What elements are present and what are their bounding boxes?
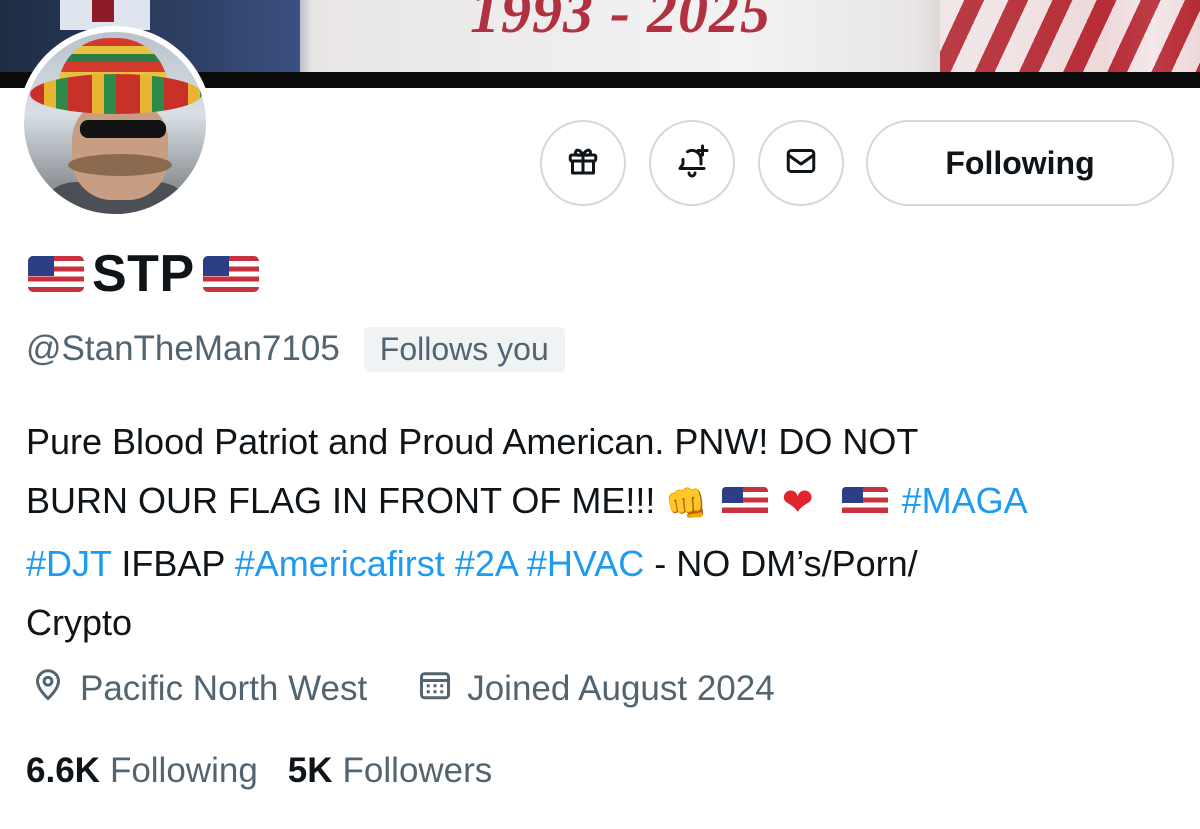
- following-label: Following: [109, 751, 258, 790]
- bio-text: - NO DM’s/Porn/: [644, 543, 918, 584]
- hashtag-link[interactable]: #HVAC: [527, 543, 644, 584]
- bio-line: #DJT IFBAP #Americafirst #2A #HVAC - NO …: [26, 534, 1186, 593]
- notifications-button[interactable]: [649, 120, 735, 206]
- following-button[interactable]: Following: [866, 120, 1174, 206]
- followers-count: 5K: [287, 751, 333, 790]
- fist-emoji-icon: 👊: [665, 485, 708, 523]
- joined-date: Joined August 2024: [467, 669, 775, 708]
- envelope-icon: [783, 143, 819, 184]
- us-flag-icon: [28, 256, 84, 292]
- bio-line: Crypto: [26, 602, 133, 643]
- followers-label: Followers: [342, 751, 493, 790]
- banner-tie: [92, 0, 114, 22]
- hashtag-link[interactable]: #Americafirst: [235, 543, 445, 584]
- bio-text: IFBAP: [111, 543, 235, 584]
- follows-you-badge: Follows you: [363, 326, 565, 372]
- avatar[interactable]: [18, 26, 212, 220]
- avatar-sunglasses: [80, 120, 166, 138]
- gift-button[interactable]: [540, 120, 626, 206]
- bio-line: Pure Blood Patriot and Proud American. P…: [26, 421, 919, 462]
- followers-stat[interactable]: 5K Followers: [288, 751, 493, 791]
- profile-bio: Pure Blood Patriot and Proud American. P…: [26, 412, 1186, 652]
- user-handle: @StanTheMan7105: [26, 329, 340, 368]
- avatar-sombrero-brim: [30, 74, 202, 114]
- heart-emoji-icon: ❤: [781, 482, 814, 524]
- message-button[interactable]: [758, 120, 844, 206]
- following-count: 6.6K: [26, 751, 100, 790]
- follow-stats: 6.6K Following 5K Followers: [26, 746, 492, 796]
- us-flag-icon: [721, 487, 768, 517]
- us-flag-icon: [202, 256, 259, 292]
- following-stat[interactable]: 6.6K Following: [26, 751, 258, 791]
- location-icon: [30, 667, 66, 712]
- avatar-mustache: [68, 154, 172, 176]
- banner-years-text: 1993 - 2025: [470, 0, 771, 45]
- hashtag-link[interactable]: #2A: [455, 543, 517, 584]
- us-flag-icon: [841, 487, 888, 517]
- hashtag-link[interactable]: #DJT: [26, 543, 111, 584]
- gift-icon: [565, 143, 601, 184]
- location-text: Pacific North West: [80, 669, 368, 708]
- bell-plus-icon: [674, 143, 710, 184]
- avatar-photo: [24, 32, 206, 214]
- bio-text: BURN OUR FLAG IN FRONT OF ME!!!: [26, 480, 656, 521]
- banner-flag: [940, 0, 1200, 72]
- hashtag-link[interactable]: #MAGA: [902, 480, 1028, 521]
- handle-row: @StanTheMan7105 Follows you: [26, 326, 565, 372]
- profile-meta: Pacific North West Joined August 2024: [30, 664, 775, 714]
- display-name-text: STP: [92, 245, 195, 303]
- avatar-face: [72, 100, 168, 200]
- bio-line: BURN OUR FLAG IN FRONT OF ME!!! 👊 ❤ #MAG…: [26, 471, 1186, 534]
- calendar-icon: [417, 667, 453, 712]
- display-name: STP: [28, 242, 259, 306]
